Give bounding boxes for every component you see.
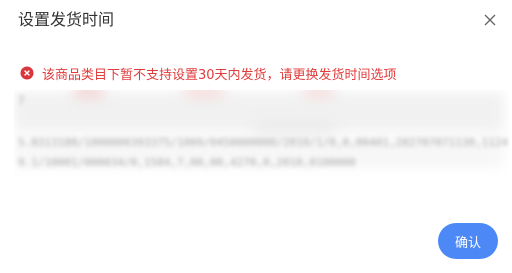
dialog-title: 设置发货时间	[18, 10, 115, 29]
blurred-line-1: 7	[18, 94, 25, 107]
blurred-content: 7 5.8313188/1000000393375/1009/045000000…	[14, 90, 510, 182]
blurred-line-2: 5.8313188/1000000393375/1009/0450000000/…	[18, 136, 509, 149]
error-alert: 该商品类目下暂不支持设置30天内发货，请更换发货时间选项	[20, 63, 397, 83]
error-circle-icon	[20, 66, 34, 80]
set-shipping-time-dialog: 设置发货时间 该商品类目下暂不支持设置30天内发货，请更换发货时间选项 7 5.…	[0, 0, 512, 273]
close-button[interactable]	[478, 8, 502, 32]
confirm-button[interactable]: 确认	[438, 223, 498, 259]
blurred-line-3: 9.1/10001/000034/0,1584,7,00,00,4270,0,2…	[18, 156, 356, 169]
close-icon	[484, 14, 496, 26]
error-message: 该商品类目下暂不支持设置30天内发货，请更换发货时间选项	[42, 67, 397, 83]
